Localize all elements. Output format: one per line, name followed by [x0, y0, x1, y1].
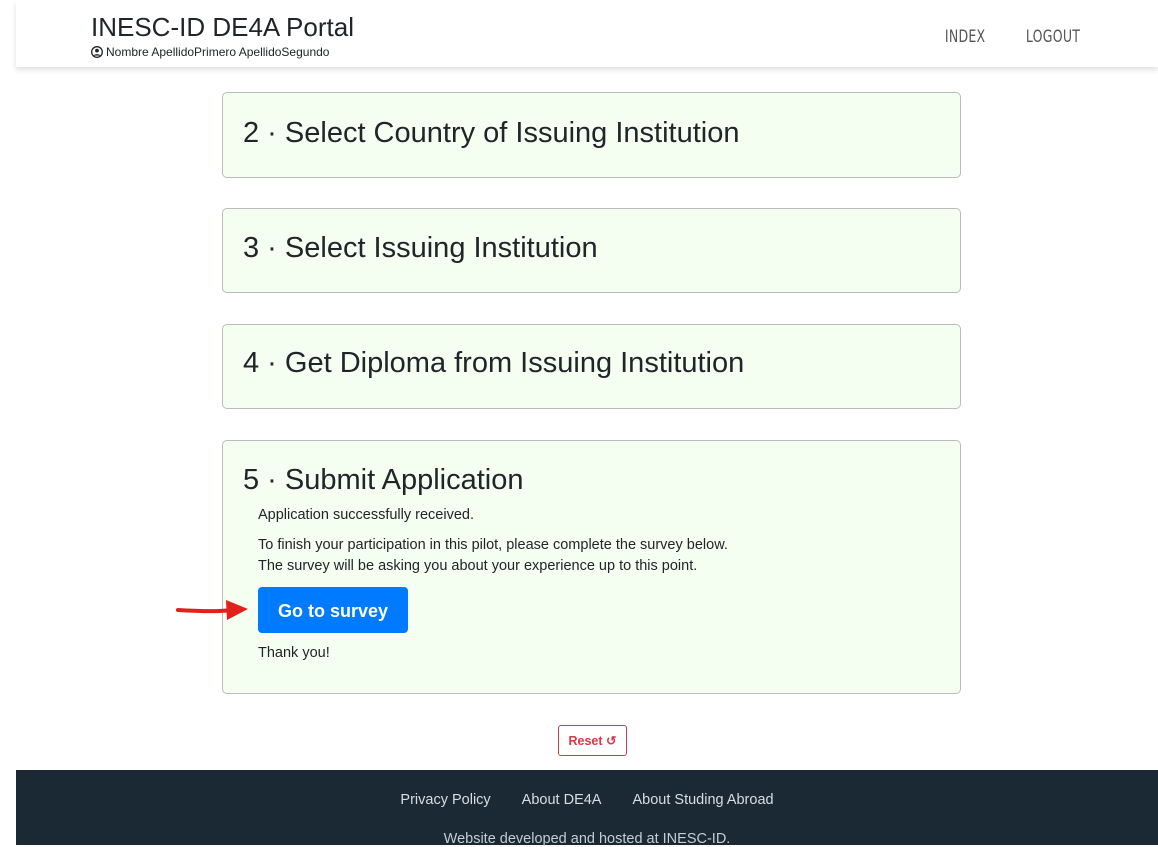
nav-logout-link[interactable]: LOGOUT: [1026, 27, 1080, 47]
survey-instruction-detail: The survey will be asking you about your…: [258, 558, 698, 574]
reset-button[interactable]: Reset ↺: [558, 725, 627, 756]
survey-instruction: To finish your participation in this pil…: [258, 537, 728, 553]
user-circle-icon: [91, 46, 103, 58]
nav-links: INDEX LOGOUT: [936, 27, 1080, 47]
thanks-message: Thank you!: [258, 645, 330, 661]
privacy-policy-link[interactable]: Privacy Policy: [400, 792, 490, 808]
portal-title[interactable]: INESC-ID DE4A Portal: [91, 12, 354, 42]
about-studying-abroad-link[interactable]: About Studing Abroad: [632, 792, 773, 808]
brand: INESC-ID DE4A Portal Nombre ApellidoPrim…: [91, 12, 354, 60]
step-title: 3 · Select Issuing Institution: [243, 232, 598, 264]
go-to-survey-button[interactable]: Go to survey: [258, 587, 408, 633]
step-card-submit: 5 · Submit Application Application succe…: [222, 440, 961, 694]
step-card-country[interactable]: 2 · Select Country of Issuing Institutio…: [222, 92, 961, 178]
navbar: INESC-ID DE4A Portal Nombre ApellidoPrim…: [16, 0, 1158, 67]
about-de4a-link[interactable]: About DE4A: [522, 792, 602, 808]
step-card-diploma[interactable]: 4 · Get Diploma from Issuing Institution: [222, 324, 961, 409]
submit-body: Application successfully received. To fi…: [258, 505, 728, 664]
step-title: 4 · Get Diploma from Issuing Institution: [243, 347, 745, 379]
step-title: 5 · Submit Application: [243, 464, 524, 496]
red-arrow-icon: [176, 600, 248, 620]
step-title: 2 · Select Country of Issuing Institutio…: [243, 117, 740, 149]
step-card-institution[interactable]: 3 · Select Issuing Institution: [222, 208, 961, 293]
user-name: Nombre ApellidoPrimero ApellidoSegundo: [106, 45, 330, 59]
footer-links: Privacy Policy About DE4A About Studing …: [16, 792, 1158, 808]
received-message: Application successfully received.: [258, 507, 474, 523]
footer: Privacy Policy About DE4A About Studing …: [16, 770, 1158, 847]
user-info: Nombre ApellidoPrimero ApellidoSegundo: [91, 44, 354, 60]
nav-index-link[interactable]: INDEX: [945, 27, 985, 47]
